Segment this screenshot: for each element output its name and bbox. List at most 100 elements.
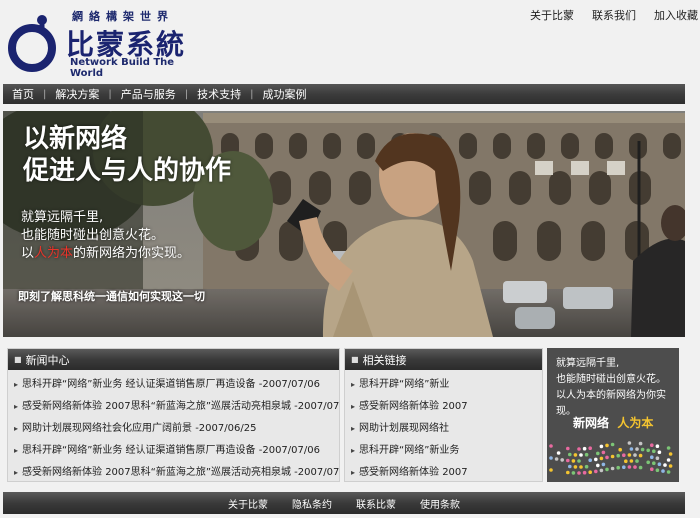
related-link[interactable]: 思科开辟“网络”新业 <box>359 379 449 390</box>
arrow-right-icon: ▸ <box>351 402 356 411</box>
square-bullet-icon: ■ <box>14 355 22 364</box>
footer: 关于比蒙 隐私条约 联系比蒙 使用条款 <box>3 492 685 514</box>
decor-dot <box>588 470 592 474</box>
hero-text: 就算远隔千里, 也能随时碰出创意火花。 以人为本的新网络为你实现。 <box>21 209 190 263</box>
arrow-right-icon: ▸ <box>351 424 356 433</box>
decor-dot <box>549 468 553 472</box>
decor-dot <box>635 459 639 463</box>
footer-contact[interactable]: 联系比蒙 <box>356 496 396 511</box>
decor-dot <box>652 461 656 465</box>
decor-dot <box>666 458 671 462</box>
decor-dot <box>601 462 606 467</box>
related-link[interactable]: 网助计划展现网络社 <box>359 423 449 434</box>
decor-dot <box>599 444 604 449</box>
toplink-about[interactable]: 关于比蒙 <box>530 7 574 23</box>
decor-dot <box>605 455 609 460</box>
promo-box[interactable]: 就算远隔千里, 也能随时碰出创意火花。 以人为本的新网络为你实现。 新网络 人为… <box>547 348 679 482</box>
footer-about[interactable]: 关于比蒙 <box>228 496 268 511</box>
arrow-right-icon: ▸ <box>14 380 19 389</box>
decor-dot <box>610 442 615 447</box>
list-item: ▸ 思科开辟“网络”新业务 <box>351 440 542 462</box>
hero-text-line1: 就算远隔千里, <box>21 210 104 225</box>
decor-dot <box>573 465 578 469</box>
top-links: 关于比蒙 联系我们 加入收藏 <box>530 7 700 23</box>
decor-dot <box>622 453 626 457</box>
decor-dot <box>605 467 609 472</box>
nav-cases[interactable]: 成功案例 <box>254 86 316 102</box>
news-link[interactable]: 感受新网络新体验 2007思科“新蓝海之旅”巡展活动亮相泉城 -2007/07/… <box>22 467 339 478</box>
links-panel-header: ■ 相关链接 <box>345 349 542 370</box>
arrow-right-icon: ▸ <box>351 380 356 389</box>
related-link[interactable]: 感受新网络新体验 2007 <box>359 467 468 478</box>
news-link[interactable]: 思科开辟“网络”新业务 经认证渠道销售原厂再造设备 -2007/07/06 <box>22 379 320 390</box>
news-link[interactable]: 网助计划展现网络社会化应用广阔前景 -2007/06/25 <box>22 423 256 434</box>
news-link[interactable]: 思科开辟“网络”新业务 经认证渠道销售原厂再造设备 -2007/07/06 <box>22 445 320 456</box>
decor-dot <box>652 449 656 453</box>
news-link[interactable]: 感受新网络新体验 2007思科“新蓝海之旅”巡展活动亮相泉城 -2007/07/… <box>22 401 339 412</box>
decor-dot <box>657 462 662 466</box>
decor-dot <box>638 441 643 446</box>
hero-text-pre: 以 <box>21 246 35 261</box>
nav-solutions[interactable]: 解决方案 <box>46 86 108 102</box>
hero-text-highlight: 人为本 <box>34 246 74 261</box>
hero-banner[interactable]: 以新网络 促进人与人的协作 就算远隔千里, 也能随时碰出创意火花。 以人为本的新… <box>3 111 685 337</box>
decor-dot <box>582 446 587 451</box>
decor-dot <box>549 444 553 448</box>
decor-dot <box>568 464 572 469</box>
decor-dot <box>579 453 583 457</box>
promo-text: 就算远隔千里, 也能随时碰出创意火花。 以人为本的新网络为你实现。 <box>556 356 679 420</box>
decor-dot <box>579 465 583 469</box>
decor-dot <box>646 448 650 453</box>
related-link[interactable]: 思科开辟“网络”新业务 <box>359 445 459 456</box>
hero-cta-link[interactable]: 即刻了解思科统一通信如何实现这一切 <box>18 288 205 304</box>
decor-dot <box>638 453 643 458</box>
news-panel: ■ 新闻中心 ▸ 思科开辟“网络”新业务 经认证渠道销售原厂再造设备 -2007/… <box>7 348 340 482</box>
decor-dot <box>618 447 622 452</box>
decor-dot <box>610 454 615 459</box>
decor-dot <box>601 450 606 455</box>
list-item: ▸ 网助计划展现网络社会化应用广阔前景 -2007/06/25 <box>14 418 339 440</box>
decor-dot <box>635 447 639 451</box>
toplink-contact[interactable]: 联系我们 <box>592 7 636 23</box>
arrow-right-icon: ▸ <box>351 468 356 477</box>
list-item: ▸ 网助计划展现网络社 <box>351 418 542 440</box>
footer-terms[interactable]: 使用条款 <box>420 496 460 511</box>
decor-dot <box>638 465 643 470</box>
arrow-right-icon: ▸ <box>14 424 19 433</box>
decor-dot <box>566 446 570 451</box>
decor-dot <box>584 464 589 469</box>
decor-dot <box>650 455 654 459</box>
decor-dot <box>646 460 650 465</box>
toplink-bookmark[interactable]: 加入收藏 <box>654 7 698 23</box>
decor-dot <box>622 465 626 469</box>
footer-privacy[interactable]: 隐私条约 <box>292 496 332 511</box>
related-link[interactable]: 感受新网络新体验 2007 <box>359 401 468 412</box>
decor-dot <box>633 465 637 469</box>
nav-products[interactable]: 产品与服务 <box>112 86 185 102</box>
decor-dot <box>624 459 628 463</box>
news-panel-title: 新闻中心 <box>25 353 70 367</box>
decor-dot <box>577 447 581 451</box>
header: 網絡構架世界 比蒙系統 Network Build The World 关于比蒙… <box>0 0 700 84</box>
promo-line1: 就算远隔千里, <box>556 358 620 369</box>
logo[interactable]: 網絡構架世界 比蒙系統 Network Build The World <box>4 6 194 79</box>
decor-dot <box>640 447 645 452</box>
links-panel-title: 相关链接 <box>362 353 407 367</box>
decor-dot <box>650 443 654 447</box>
nav-support[interactable]: 技术支持 <box>188 86 250 102</box>
decor-dot <box>577 459 581 463</box>
decor-dot <box>657 450 662 454</box>
decor-dot <box>566 458 570 463</box>
decor-dot <box>629 447 634 451</box>
nav-home[interactable]: 首页 <box>3 86 43 102</box>
decor-dot <box>599 468 604 473</box>
decor-dot <box>556 451 561 455</box>
links-panel: ■ 相关链接 ▸ 思科开辟“网络”新业 ▸ 感受新网络新体验 2007 ▸ 网助计划展… <box>344 348 543 482</box>
decor-dot <box>588 458 592 462</box>
arrow-right-icon: ▸ <box>14 468 19 477</box>
news-panel-header: ■ 新闻中心 <box>8 349 339 370</box>
list-item: ▸ 思科开辟“网络”新业务 经认证渠道销售原厂再造设备 -2007/07/06 <box>14 374 339 396</box>
decor-dot <box>596 463 600 468</box>
square-bullet-icon: ■ <box>351 355 359 364</box>
decor-dot <box>627 465 632 469</box>
